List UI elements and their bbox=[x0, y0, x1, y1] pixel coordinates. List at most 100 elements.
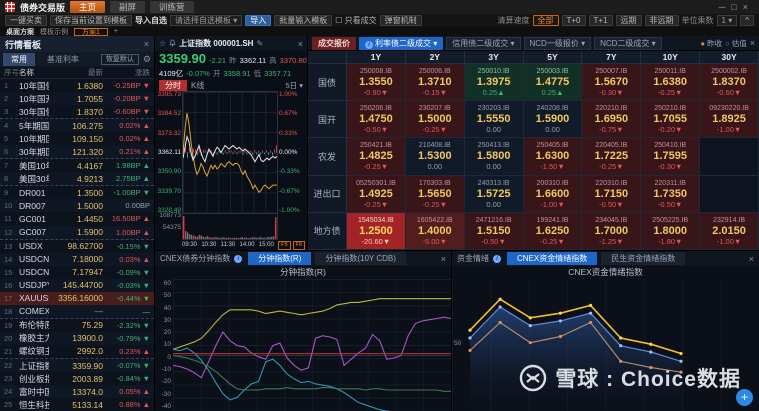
watchlist-row[interactable]: 21螺纹钢主力连续2992.00.23% ▲ bbox=[0, 345, 154, 359]
watchlist-row[interactable]: 510年期国债期货...109.1500.02% ▲ bbox=[0, 132, 154, 145]
close-icon[interactable]: × bbox=[750, 38, 755, 48]
tab-minute-chart[interactable]: 分时 bbox=[159, 79, 187, 91]
watchlist-row[interactable]: 20橡胶主力连续13900.0-0.79% ▼ bbox=[0, 331, 154, 345]
reset-default-button[interactable]: 恢复默认 bbox=[100, 54, 139, 65]
watchlist-row[interactable]: 14USDCNY7.180000.03% ▲ bbox=[0, 252, 154, 266]
quote-cell[interactable]: 250003.IB 1.4775 0.25▲ bbox=[523, 64, 583, 102]
hotkey-f9[interactable]: F9 bbox=[292, 240, 305, 250]
toggle-prev-close[interactable]: ● 昨收 bbox=[700, 38, 722, 49]
watchlist-tab-common[interactable]: 常用 bbox=[3, 53, 35, 66]
close-icon[interactable]: × bbox=[298, 39, 303, 49]
close-icon[interactable]: × bbox=[749, 254, 754, 264]
settle-t1-button[interactable]: T+1 bbox=[588, 15, 613, 26]
quote-cell[interactable]: 230203.IB 1.5550 0.00 bbox=[464, 101, 524, 139]
tab-rate-bond-secondary[interactable]: i 利率债二级成交 ▾ bbox=[359, 36, 444, 50]
quote-cell[interactable]: 250011.IB 1.6380 -0.25▼ bbox=[641, 64, 701, 102]
bell-icon[interactable] bbox=[169, 39, 176, 49]
quote-cell[interactable]: 170303.IB 1.5650 -0.25▼ bbox=[405, 175, 465, 213]
quote-cell[interactable]: 220310.IB 1.7150 -0.50▼ bbox=[582, 175, 642, 213]
add-panel-button[interactable]: + bbox=[736, 389, 753, 406]
watchlist-row[interactable]: 110年国债活跃券1.6380-0.25BP ▼ bbox=[0, 79, 154, 92]
close-icon[interactable]: × bbox=[144, 39, 149, 49]
quote-cell[interactable]: 250421.IB 1.4825 -0.25▼ bbox=[347, 138, 406, 176]
settle-nonforward-button[interactable]: 非远期 bbox=[644, 15, 679, 26]
minute-index-chart[interactable] bbox=[173, 279, 451, 411]
watchlist-row[interactable]: 18COMEX黄金当...—— bbox=[0, 304, 154, 319]
watchlist-row[interactable]: 630年期国债期货...121.3200.21% ▲ bbox=[0, 145, 154, 160]
only-deal-checkbox[interactable]: ☐ 只看成交 bbox=[335, 15, 376, 26]
quick-trade-button[interactable]: 一键买卖 bbox=[5, 15, 47, 26]
settle-all-button[interactable]: 全部 bbox=[532, 15, 559, 26]
quote-cell[interactable]: 230207.IB 1.5000 -0.25▼ bbox=[405, 101, 465, 139]
tab-minsheng-sentiment[interactable]: 民生资金情绪指数 bbox=[601, 252, 686, 265]
minute-chart[interactable] bbox=[182, 91, 278, 214]
watchlist-row[interactable]: 330年国债活跃券1.8370-0.60BP ▼ bbox=[0, 105, 154, 120]
watchlist-row[interactable]: 11 GC001 1.4450 16.50BP ▲ bbox=[0, 212, 154, 225]
maximize-button[interactable]: □ bbox=[731, 2, 742, 12]
tab-training[interactable]: 训练营 bbox=[150, 1, 194, 13]
tab-credit-bond-secondary[interactable]: 信用债二级成交 ▾ bbox=[446, 36, 521, 50]
unit-multiplier-select[interactable]: 1 ▾ bbox=[716, 15, 738, 26]
save-template-button[interactable]: 保存当前设置到模板 bbox=[50, 15, 132, 26]
quote-cell[interactable]: 250010.IB 1.3975 0.25▲ bbox=[464, 64, 524, 102]
tab-minute-index-10y[interactable]: 分钟指数(10Y CDB) bbox=[315, 252, 406, 265]
minimize-button[interactable]: ─ bbox=[719, 2, 731, 12]
close-window-button[interactable]: × bbox=[743, 2, 754, 12]
quote-cell[interactable]: 240208.IB 1.5900 0.00 bbox=[523, 101, 583, 139]
tab-minute-index-r[interactable]: 分钟指数(R) bbox=[248, 252, 312, 265]
tab-kline[interactable]: K线 bbox=[191, 80, 204, 91]
quote-cell[interactable]: 2500002.IB 1.8370 -0.60▼ bbox=[700, 64, 759, 102]
settle-t0-button[interactable]: T+0 bbox=[561, 15, 586, 26]
watchlist-row[interactable]: 8美国30年期国债...4.92132.75BP ▲ bbox=[0, 172, 154, 187]
popup-settings-button[interactable]: 弹窗机制 bbox=[379, 15, 422, 26]
tab-ncd-secondary[interactable]: NCD二级成交 ▾ bbox=[594, 36, 662, 50]
watchlist-row[interactable]: 9 DR001 1.3500 -1.00BP ▼ bbox=[0, 186, 154, 199]
tab-home[interactable]: 主页 bbox=[70, 1, 106, 13]
quote-cell[interactable]: 210408.IB 1.5300 0.00 bbox=[405, 138, 465, 176]
quote-cell[interactable]: 250413.IB 1.5800 0.00 bbox=[464, 138, 524, 176]
quote-cell[interactable]: 220210.IB 1.6950 -0.75▼ bbox=[582, 101, 642, 139]
volume-chart[interactable] bbox=[182, 214, 278, 240]
close-icon[interactable]: × bbox=[441, 254, 446, 264]
watchlist-tab-benchmark[interactable]: 基准利率 bbox=[39, 53, 87, 66]
add-scheme-button[interactable]: + bbox=[114, 28, 118, 35]
scheme-tab-active[interactable]: 方案1 bbox=[74, 27, 108, 36]
quote-cell[interactable]: 220405.IB 1.7225 -0.25▼ bbox=[582, 138, 642, 176]
watchlist-row[interactable]: 12 GC007 1.5900 1.00BP ▲ bbox=[0, 225, 154, 240]
watchlist-row[interactable]: 45年期国债期货主...106.2750.02% ▲ bbox=[0, 119, 154, 133]
batch-input-button[interactable]: 批量输入模板 bbox=[274, 15, 333, 26]
import-button[interactable]: 导入 bbox=[245, 15, 272, 26]
tab-cnex-sentiment[interactable]: CNEX资金情绪指数 bbox=[507, 252, 598, 265]
quote-cell[interactable]: 250410.IB 1.7595 -0.30▼ bbox=[641, 138, 701, 176]
gear-icon[interactable]: ⚙ bbox=[143, 54, 151, 65]
quote-cell[interactable]: 2471216.IB 1.5150 -0.50▼ bbox=[464, 212, 524, 250]
watchlist-row[interactable]: 10 DR007 1.5000 0.00BP bbox=[0, 199, 154, 213]
quote-cell[interactable]: 250405.IB 1.6300 -1.50▼ bbox=[523, 138, 583, 176]
quote-cell[interactable]: 1545034.IB 1.2500 -20.60▼ bbox=[347, 212, 406, 250]
watchlist-row[interactable]: 24富时中国A50指...13374.00.05% ▲ bbox=[0, 385, 154, 399]
quote-cell[interactable]: 250006.IB 1.3710 -0.15▼ bbox=[405, 64, 465, 102]
watchlist-row[interactable]: 13 USDX 98.62700 -0.15% ▼ bbox=[0, 240, 154, 253]
quote-cell[interactable]: 220311.IB 1.7350 -0.50▼ bbox=[641, 175, 701, 213]
quote-main-tab[interactable]: 成交报价 bbox=[312, 36, 356, 50]
quote-cell[interactable]: 200310.IB 1.6600 -1.00▼ bbox=[523, 175, 583, 213]
quote-cell[interactable]: 2505225.IB 1.8000 -1.80▼ bbox=[641, 212, 701, 250]
watchlist-row[interactable]: 22 上证指数 3359.90 -0.07% ▼ bbox=[0, 358, 154, 373]
edit-icon[interactable]: ✎ bbox=[256, 39, 263, 48]
quote-cell[interactable]: 1605422.IB 1.4000 -5.00▼ bbox=[405, 212, 465, 250]
tab-ncd-primary[interactable]: NCD一级报价 ▾ bbox=[523, 36, 592, 50]
quote-cell[interactable]: 250007.IB 1.5670 -0.30▼ bbox=[582, 64, 642, 102]
quote-cell[interactable]: 250008.IB 1.3550 -0.90▼ bbox=[347, 64, 406, 102]
toggle-valuation[interactable]: ○ 估值 bbox=[725, 38, 747, 49]
watchlist-row[interactable]: 210年国开债活跃券1.7055-0.20BP ▼ bbox=[0, 92, 154, 106]
template-select[interactable]: 请选择自选模板 ▾ bbox=[170, 15, 243, 26]
quote-cell[interactable]: 250210.IB 1.7055 -0.20▼ bbox=[641, 101, 701, 139]
watchlist-row[interactable]: 19布伦特原油当月...75.29-2.32% ▼ bbox=[0, 319, 154, 332]
range-select[interactable]: 5日 ▾ bbox=[285, 80, 303, 91]
quote-cell[interactable]: 232914.IB 2.0150 -1.00▼ bbox=[700, 212, 759, 250]
quote-cell[interactable]: 09230220.IB 1.8925 -1.00▼ bbox=[700, 101, 759, 139]
settle-forward-button[interactable]: 远期 bbox=[615, 15, 642, 26]
quote-cell[interactable]: 05250301.IB 1.4925 -0.25▼ bbox=[347, 175, 406, 213]
tab-secondary[interactable]: 副屏 bbox=[110, 1, 146, 13]
watchlist-row[interactable]: 7美国10年期国债...4.41671.98BP ▲ bbox=[0, 159, 154, 172]
